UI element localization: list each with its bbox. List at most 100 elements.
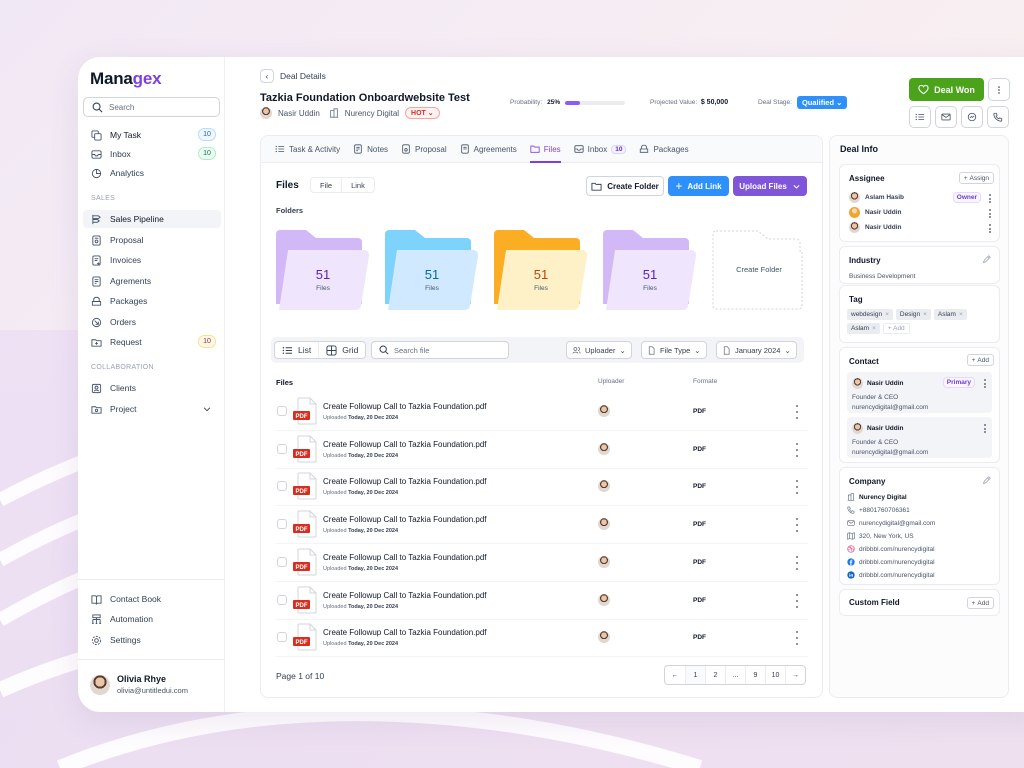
more-vertical-icon[interactable] xyxy=(795,555,799,570)
more-vertical-icon[interactable] xyxy=(795,442,799,457)
tab-files[interactable]: Files xyxy=(529,136,561,163)
row-checkbox[interactable] xyxy=(277,594,287,605)
view-list-button[interactable]: List xyxy=(275,342,318,358)
page-10[interactable]: 10 xyxy=(765,666,785,684)
add-link-button[interactable]: + Add Link xyxy=(668,176,729,196)
page-2[interactable]: 2 xyxy=(705,666,725,684)
date-filter[interactable]: January 2024 ⌄ xyxy=(716,341,797,359)
tab-notes[interactable]: Notes xyxy=(353,136,388,163)
chevron-down-icon[interactable] xyxy=(202,404,212,414)
sidebar-item-invoices[interactable]: Invoices xyxy=(83,251,221,269)
sidebar-item-automation[interactable]: Automation xyxy=(83,610,221,628)
sidebar-item-sales-pipeline[interactable]: Sales Pipeline xyxy=(83,210,221,228)
toggle-file[interactable]: File xyxy=(311,178,341,192)
call-button[interactable] xyxy=(987,106,1009,128)
more-vertical-icon[interactable] xyxy=(795,405,799,419)
sidebar-item-project[interactable]: Project xyxy=(83,400,221,418)
sidebar-item-contact-book[interactable]: Contact Book xyxy=(83,590,221,608)
company-email[interactable]: nurencydigital@gmail.com xyxy=(847,519,935,527)
add-tag-button[interactable]: + Add xyxy=(882,323,910,334)
file-name[interactable]: Create Followup Call to Tazkia Foundatio… xyxy=(323,440,487,449)
folder-card[interactable]: 51 Files xyxy=(603,230,697,310)
company-linkedin[interactable]: dribbbl.com/nurencydigital xyxy=(847,571,935,579)
more-vertical-icon[interactable] xyxy=(988,224,991,233)
remove-tag-icon[interactable]: × xyxy=(872,325,876,332)
row-checkbox[interactable] xyxy=(277,406,287,416)
file-name[interactable]: Create Followup Call to Tazkia Foundatio… xyxy=(323,515,487,524)
sidebar-item-packages[interactable]: Packages xyxy=(83,292,221,310)
sidebar-item-inbox[interactable]: Inbox 10 xyxy=(83,145,221,163)
tab-agreements[interactable]: Agreements xyxy=(460,136,517,163)
uploader-filter[interactable]: Uploader ⌄ xyxy=(566,341,632,359)
row-checkbox[interactable] xyxy=(277,443,287,454)
chat-button[interactable] xyxy=(961,106,983,128)
remove-tag-icon[interactable]: × xyxy=(959,311,963,318)
deal-stage-dropdown[interactable]: Qualified ⌄ xyxy=(796,96,848,109)
more-vertical-icon[interactable] xyxy=(983,424,986,433)
view-grid-button[interactable]: Grid xyxy=(318,342,365,358)
more-vertical-icon[interactable] xyxy=(988,209,991,218)
company-facebook[interactable]: dribbbl.com/nurencydigital xyxy=(847,558,935,566)
next-page-button[interactable]: → xyxy=(785,666,805,684)
row-checkbox[interactable] xyxy=(277,519,287,530)
sidebar-item-analytics[interactable]: Analytics xyxy=(83,164,221,182)
prev-page-button[interactable]: ← xyxy=(665,666,685,684)
more-vertical-icon[interactable] xyxy=(983,379,986,388)
file-row[interactable]: PDF Create Followup Call to Tazkia Founda… xyxy=(276,582,808,620)
file-row[interactable]: PDF Create Followup Call to Tazkia Founda… xyxy=(276,506,808,545)
company-dribbble[interactable]: dribbbl.com/nurencydigital xyxy=(847,545,935,553)
sidebar-item-clients[interactable]: Clients xyxy=(83,379,221,397)
page-9[interactable]: 9 xyxy=(745,666,765,684)
edit-icon[interactable] xyxy=(982,476,991,485)
file-name[interactable]: Create Followup Call to Tazkia Foundatio… xyxy=(323,477,487,486)
row-checkbox[interactable] xyxy=(277,632,287,643)
list-view-button[interactable] xyxy=(909,106,931,128)
folder-card[interactable]: 51 Files xyxy=(494,230,588,310)
edit-icon[interactable] xyxy=(982,255,991,264)
email-button[interactable] xyxy=(935,106,957,128)
upload-files-button[interactable]: Upload Files xyxy=(733,176,807,196)
sidebar-item-request[interactable]: Request 10 xyxy=(83,333,221,351)
folder-card[interactable]: 51 Files xyxy=(276,230,370,310)
more-vertical-icon[interactable] xyxy=(795,518,799,533)
file-name[interactable]: Create Followup Call to Tazkia Foundatio… xyxy=(323,591,487,600)
create-folder-button[interactable]: Create Folder xyxy=(586,176,664,196)
sidebar-item-proposal[interactable]: Proposal xyxy=(83,231,221,249)
add-custom-field-button[interactable]: + Add xyxy=(966,597,994,609)
row-checkbox[interactable] xyxy=(277,556,287,567)
page-1[interactable]: 1 xyxy=(685,666,705,684)
file-row[interactable]: PDF Create Followup Call to Tazkia Founda… xyxy=(276,393,808,431)
file-name[interactable]: Create Followup Call to Tazkia Foundatio… xyxy=(323,628,487,637)
priority-dropdown[interactable]: HOT ⌄ xyxy=(405,107,440,119)
file-row[interactable]: PDF Create Followup Call to Tazkia Founda… xyxy=(276,619,808,658)
deal-won-button[interactable]: Deal Won xyxy=(909,78,984,101)
sidebar-search-input[interactable]: Search xyxy=(83,97,220,117)
remove-tag-icon[interactable]: × xyxy=(923,311,927,318)
tab-task-activity[interactable]: Task & Activity xyxy=(275,136,340,163)
sidebar-item-settings[interactable]: Settings xyxy=(83,631,221,649)
more-vertical-icon[interactable] xyxy=(795,480,799,495)
more-vertical-icon[interactable] xyxy=(795,593,799,608)
user-profile[interactable]: Olivia Rhye olivia@untitledui.com xyxy=(90,674,188,695)
assign-button[interactable]: + Assign xyxy=(958,172,994,184)
sidebar-item-orders[interactable]: Orders xyxy=(83,313,221,331)
more-vertical-icon[interactable] xyxy=(988,194,991,203)
tab-proposal[interactable]: Proposal xyxy=(401,136,447,163)
file-row[interactable]: PDF Create Followup Call to Tazkia Founda… xyxy=(276,468,808,507)
file-name[interactable]: Create Followup Call to Tazkia Foundatio… xyxy=(323,553,487,562)
search-file-input[interactable]: Search file xyxy=(371,341,509,359)
add-contact-button[interactable]: + Add xyxy=(966,354,994,366)
toggle-link[interactable]: Link xyxy=(341,178,374,192)
file-name[interactable]: Create Followup Call to Tazkia Foundatio… xyxy=(323,402,487,411)
file-row[interactable]: PDF Create Followup Call to Tazkia Founda… xyxy=(276,544,808,582)
row-checkbox[interactable] xyxy=(277,481,287,492)
folder-card[interactable]: 51 Files xyxy=(385,230,479,310)
tab-packages[interactable]: Packages xyxy=(639,136,689,163)
file-row[interactable]: PDF Create Followup Call to Tazkia Founda… xyxy=(276,431,808,469)
sidebar-item-my-task[interactable]: My Task 10 xyxy=(83,126,221,144)
remove-tag-icon[interactable]: × xyxy=(885,311,889,318)
sidebar-item-agrements[interactable]: Agrements xyxy=(83,272,221,290)
more-options-button[interactable] xyxy=(988,78,1010,101)
tab-inbox[interactable]: Inbox 10 xyxy=(574,136,627,163)
more-vertical-icon[interactable] xyxy=(795,631,799,646)
